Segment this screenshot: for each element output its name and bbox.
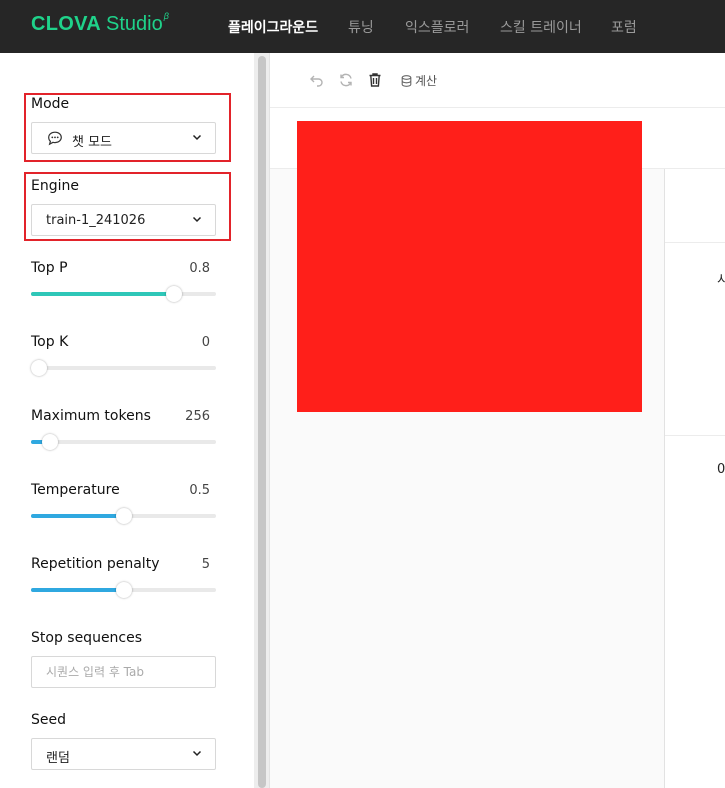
mode-select[interactable]: 챗 모드 — [31, 122, 216, 154]
repetition-penalty-label: Repetition penalty — [31, 556, 160, 572]
database-icon — [401, 75, 412, 87]
slider-track — [31, 440, 216, 444]
slider-handle[interactable] — [31, 360, 47, 376]
temperature-slider[interactable] — [31, 507, 216, 524]
logo-light-text: Studio — [106, 13, 163, 35]
engine-label: Engine — [31, 178, 79, 194]
sidebar-scrollbar-thumb[interactable] — [258, 56, 266, 788]
slider-handle[interactable] — [116, 582, 132, 598]
chevron-down-icon — [192, 216, 202, 223]
seed-label: Seed — [31, 712, 66, 728]
chevron-down-icon — [192, 134, 202, 141]
calculate-button[interactable]: 계산 — [401, 72, 437, 89]
maximum-tokens-value: 256 — [185, 409, 210, 424]
temperature-label: Temperature — [31, 482, 120, 498]
logo-beta-mark: β — [163, 11, 169, 21]
mode-select-value: 챗 모드 — [72, 135, 113, 150]
trash-icon[interactable] — [367, 72, 383, 88]
mode-label: Mode — [31, 96, 70, 112]
nav-item-forum[interactable]: 포럼 — [611, 17, 637, 37]
repetition-penalty-slider[interactable] — [31, 581, 216, 598]
top-navigation-bar: CLOVA Studioβ 플레이그라운드 튜닝 익스플로러 스킬 트레이너 포럼 — [0, 0, 725, 53]
top-k-slider[interactable] — [31, 359, 216, 376]
nav-item-tuning[interactable]: 튜닝 — [348, 17, 374, 37]
logo-bold-text: CLOVA — [31, 13, 102, 35]
top-k-value: 0 — [201, 335, 210, 350]
seed-select-value: 랜덤 — [46, 751, 70, 766]
temperature-value: 0.5 — [189, 483, 210, 498]
slider-handle[interactable] — [166, 286, 182, 302]
column-divider — [664, 169, 665, 788]
right-panel-text: 시 — [717, 273, 725, 288]
slider-fill — [31, 588, 124, 592]
right-panel-text: 0 — [717, 462, 725, 477]
chevron-down-icon — [192, 750, 202, 757]
maximum-tokens-label: Maximum tokens — [31, 408, 151, 424]
right-panel-divider — [665, 242, 725, 243]
slider-handle[interactable] — [116, 508, 132, 524]
nav-item-skill-trainer[interactable]: 스킬 트레이너 — [500, 17, 582, 37]
nav-item-playground[interactable]: 플레이그라운드 — [228, 17, 318, 37]
maximum-tokens-slider[interactable] — [31, 433, 216, 450]
toolbar-divider — [270, 107, 725, 108]
top-p-slider[interactable] — [31, 285, 216, 302]
stop-sequences-label: Stop sequences — [31, 630, 143, 646]
engine-select[interactable]: train-1_241026 — [31, 204, 216, 236]
slider-handle[interactable] — [42, 434, 58, 450]
seed-select[interactable]: 랜덤 — [31, 738, 216, 770]
clova-studio-logo[interactable]: CLOVA Studioβ — [31, 11, 169, 36]
top-k-label: Top K — [31, 334, 69, 350]
top-p-value: 0.8 — [189, 261, 210, 276]
repetition-penalty-value: 5 — [201, 557, 210, 572]
slider-track — [31, 366, 216, 370]
slider-fill — [31, 514, 124, 518]
calculate-label: 계산 — [415, 74, 438, 88]
engine-select-value: train-1_241026 — [46, 213, 146, 228]
nav-item-explorer[interactable]: 익스플로러 — [405, 17, 469, 37]
top-p-label: Top P — [31, 260, 68, 276]
redaction-block — [297, 121, 642, 412]
stop-sequences-input[interactable] — [32, 657, 215, 687]
undo-icon[interactable] — [309, 72, 325, 88]
right-panel-divider — [665, 435, 725, 436]
stop-sequences-input-wrapper — [31, 656, 216, 688]
slider-fill — [31, 292, 174, 296]
refresh-icon[interactable] — [338, 72, 354, 88]
chat-bubble-icon — [48, 131, 62, 146]
